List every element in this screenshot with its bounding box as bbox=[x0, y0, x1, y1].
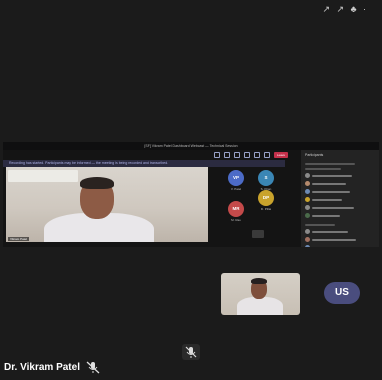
avatar bbox=[305, 181, 310, 186]
avatar bbox=[305, 189, 310, 194]
leave-button[interactable]: Leave bbox=[274, 152, 288, 158]
gallery-avatar-vp[interactable]: VP bbox=[228, 170, 244, 186]
participant-avatar-us[interactable]: US bbox=[324, 282, 360, 304]
panel-section bbox=[305, 168, 341, 170]
gallery-name-mr: M. Rao bbox=[231, 218, 241, 222]
mic-off-icon bbox=[86, 361, 100, 374]
mini-gallery: VP V. Patel S S. Khan DP D. Pillai MR M.… bbox=[222, 170, 302, 240]
row-text bbox=[312, 198, 342, 201]
share-icon[interactable] bbox=[264, 152, 270, 158]
background-ac-unit bbox=[8, 170, 78, 182]
avatar bbox=[305, 197, 310, 202]
row-text bbox=[312, 230, 348, 233]
avatar bbox=[305, 245, 310, 247]
avatar bbox=[305, 205, 310, 210]
people-icon[interactable] bbox=[224, 152, 230, 158]
participants-panel: Participants bbox=[301, 150, 379, 247]
recording-banner: Recording has started. Participants may … bbox=[3, 160, 285, 167]
row-text bbox=[312, 182, 346, 185]
row-text bbox=[312, 174, 352, 177]
row-text bbox=[312, 246, 344, 247]
thumb-body bbox=[237, 297, 283, 315]
panel-row[interactable] bbox=[305, 197, 377, 202]
shared-window-title: [SF] Vikram Patel Dashboard Webcast — Te… bbox=[3, 142, 379, 150]
panel-row[interactable] bbox=[305, 213, 377, 218]
row-text bbox=[312, 214, 340, 217]
main-video-name: Vikram Patel bbox=[8, 237, 29, 241]
panel-section bbox=[305, 224, 335, 226]
main-video-feed: Vikram Patel bbox=[6, 167, 208, 242]
panel-row[interactable] bbox=[305, 229, 377, 234]
gallery-avatar-s[interactable]: S bbox=[258, 170, 274, 186]
shared-screen: [SF] Vikram Patel Dashboard Webcast — Te… bbox=[3, 142, 379, 247]
panel-row[interactable] bbox=[305, 205, 377, 210]
gallery-mini-video bbox=[252, 230, 264, 238]
thumb-hair bbox=[251, 278, 267, 284]
mic-off-icon bbox=[185, 346, 197, 358]
presenter-name: Dr. Vikram Patel bbox=[4, 362, 80, 373]
presenter-name-bar: Dr. Vikram Patel bbox=[4, 361, 100, 374]
mute-button[interactable] bbox=[182, 344, 200, 360]
panel-row[interactable] bbox=[305, 237, 377, 242]
gallery-avatar-mr[interactable]: MR bbox=[228, 201, 244, 217]
panel-title: Participants bbox=[305, 153, 324, 157]
avatar bbox=[305, 173, 310, 178]
gallery-avatar-dp[interactable]: DP bbox=[258, 190, 274, 206]
self-video-thumbnail[interactable] bbox=[221, 273, 300, 315]
status-bar-icons: ↗ ↗ ♣ · bbox=[322, 4, 368, 14]
speaker-hair bbox=[80, 177, 114, 189]
panel-row[interactable] bbox=[305, 245, 377, 247]
camera-icon[interactable] bbox=[244, 152, 250, 158]
raise-hand-icon[interactable] bbox=[234, 152, 240, 158]
row-text bbox=[312, 238, 356, 241]
avatar bbox=[305, 229, 310, 234]
avatar bbox=[305, 213, 310, 218]
panel-search bbox=[305, 163, 355, 165]
gallery-name-vp: V. Patel bbox=[230, 187, 242, 191]
row-text bbox=[312, 190, 350, 193]
gallery-name-dp: D. Pillai bbox=[260, 207, 272, 211]
row-text bbox=[312, 206, 354, 209]
panel-row[interactable] bbox=[305, 181, 377, 186]
panel-row[interactable] bbox=[305, 173, 377, 178]
avatar bbox=[305, 237, 310, 242]
chat-icon[interactable] bbox=[214, 152, 220, 158]
mic-icon[interactable] bbox=[254, 152, 260, 158]
panel-row[interactable] bbox=[305, 189, 377, 194]
